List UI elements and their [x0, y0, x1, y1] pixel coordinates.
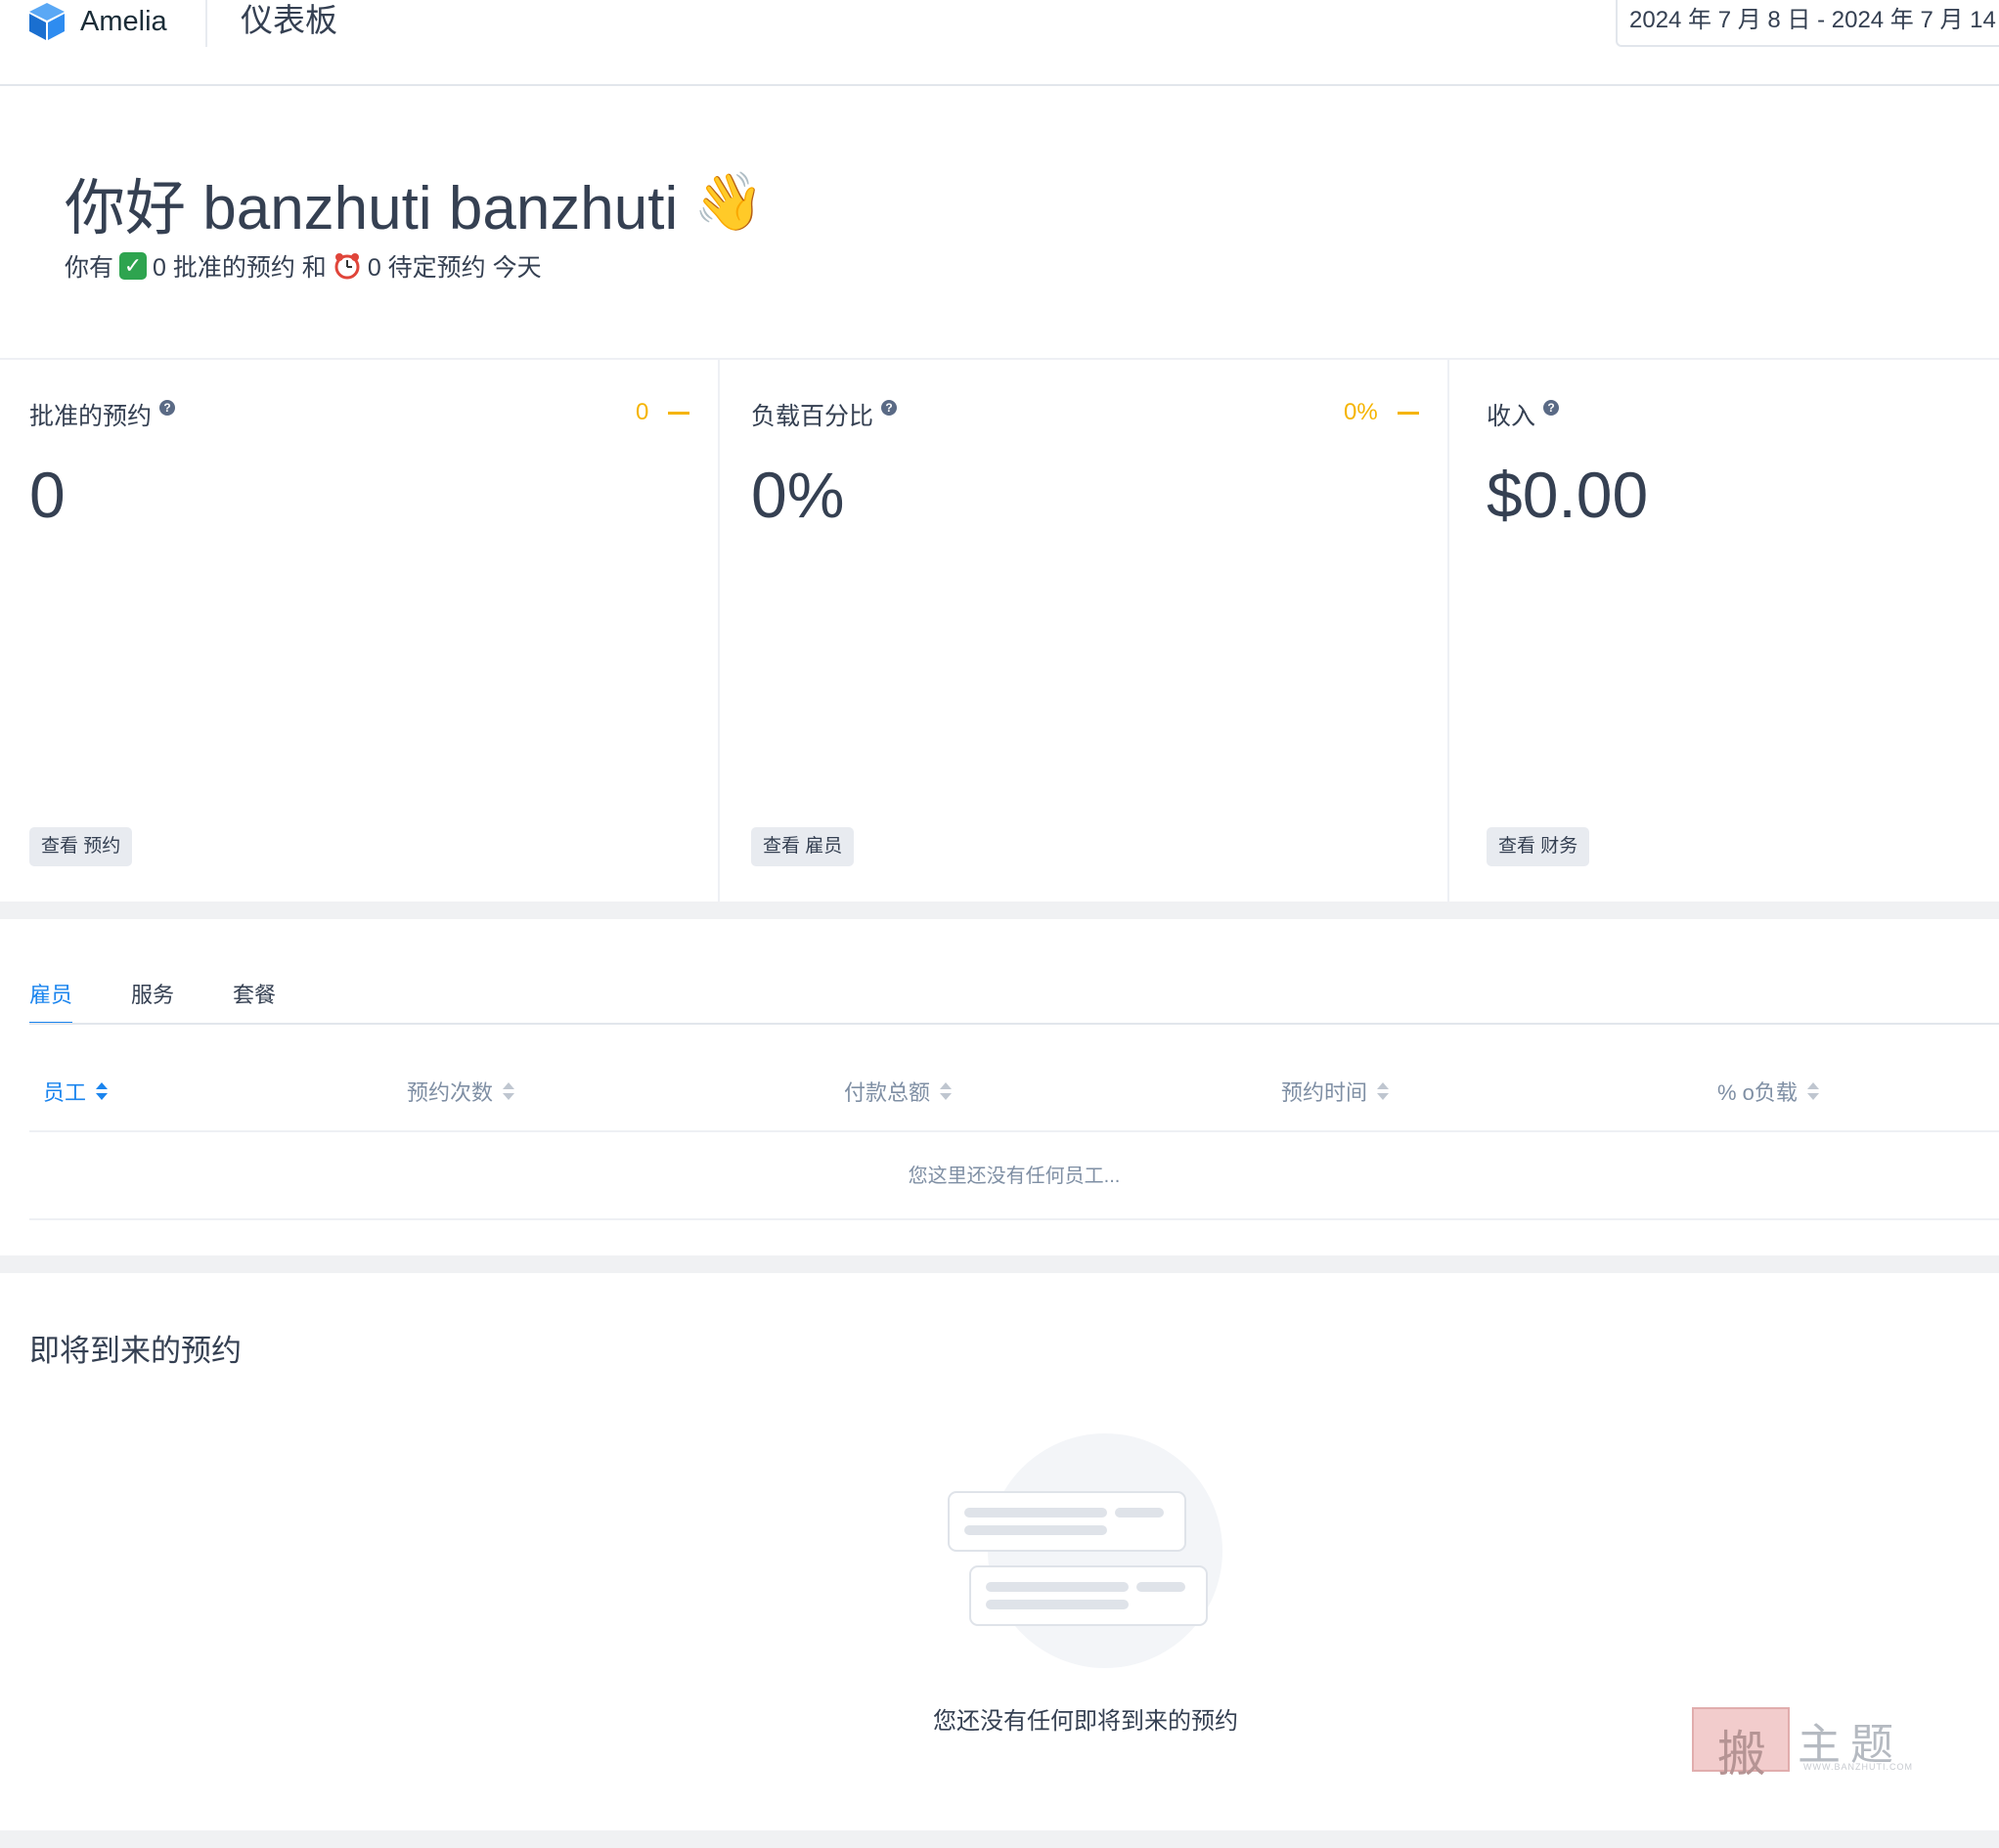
trend-value: 0% — [1344, 399, 1378, 425]
table-header-rule — [29, 1130, 1999, 1132]
section-separator — [0, 1255, 1999, 1273]
table-empty-message: 您这里还没有任何员工... — [908, 1166, 1121, 1187]
column-header-time[interactable]: 预约时间 — [1281, 1076, 1390, 1107]
sort-icon[interactable] — [940, 1081, 953, 1101]
sort-icon[interactable] — [1806, 1081, 1819, 1101]
column-label: 预约时间 — [1281, 1080, 1368, 1105]
summary-prefix: 你有 — [65, 254, 114, 282]
tab-packages[interactable]: 套餐 — [233, 978, 276, 1023]
tab-services[interactable]: 服务 — [131, 978, 174, 1023]
approved-summary: 0 批准的预约 和 — [153, 254, 327, 282]
view-appointments-button[interactable]: 查看 预约 — [29, 827, 133, 866]
empty-appointments-illustration — [948, 1433, 1222, 1668]
top-bar: Amelia 仪表板 2024 年 7 月 8 日 - 2024 年 7 月 1… — [0, 0, 1999, 86]
revenue-card: 收入 ? $0.00 查看 财务 — [1451, 360, 1999, 902]
header-divider — [205, 0, 207, 47]
column-header-payments[interactable]: 付款总额 — [844, 1076, 953, 1107]
table-bottom-rule — [29, 1218, 1999, 1220]
occupancy-card: 负载百分比 ? 0% 0% 查看 雇员 — [722, 360, 1449, 902]
approved-appointments-card: 批准的预约 ? 0 0 查看 预约 — [0, 360, 720, 902]
trend-value: 0 — [636, 399, 649, 425]
help-icon[interactable]: ? — [881, 400, 898, 416]
page-title: 仪表板 — [241, 2, 337, 38]
help-icon[interactable]: ? — [159, 400, 176, 416]
amelia-cube-icon — [29, 3, 65, 40]
date-range-picker[interactable]: 2024 年 7 月 8 日 - 2024 年 7 月 14 日 — [1616, 0, 1999, 47]
view-employees-button[interactable]: 查看 雇员 — [751, 827, 855, 866]
amelia-logo[interactable]: Amelia — [27, 0, 167, 43]
card-value: $0.00 — [1487, 459, 1649, 531]
trend-flat-icon — [668, 411, 690, 415]
view-finance-button[interactable]: 查看 财务 — [1487, 827, 1590, 866]
card-label: 收入 ? — [1487, 397, 1560, 432]
greeting-heading: 你好 banzhuti banzhuti 👋 — [65, 158, 765, 246]
pending-summary: 0 待定预约 今天 — [367, 254, 542, 282]
column-label: 员工 — [43, 1080, 87, 1105]
sort-icon[interactable] — [503, 1081, 515, 1101]
alarm-clock-icon — [333, 251, 362, 281]
waving-hand-icon: 👋 — [693, 170, 765, 234]
card-label: 负载百分比 ? — [751, 397, 898, 432]
tabs-underline — [29, 1023, 1999, 1025]
column-label: % o负载 — [1717, 1080, 1798, 1105]
stats-tabs: 雇员 服务 套餐 — [29, 978, 334, 1025]
check-mark-icon: ✓ — [119, 252, 148, 280]
watermark-seal: 搬 — [1692, 1707, 1790, 1782]
column-label: 付款总额 — [844, 1080, 931, 1105]
dashboard-page: Amelia 仪表板 2024 年 7 月 8 日 - 2024 年 7 月 1… — [0, 0, 1999, 1848]
tab-employees[interactable]: 雇员 — [29, 978, 73, 1025]
card-trend: 0% — [1344, 399, 1419, 426]
watermark-url: WWW.BANZHUTI.COM — [1803, 1762, 1913, 1772]
help-icon[interactable]: ? — [1543, 400, 1560, 416]
column-header-employee[interactable]: 员工 — [43, 1076, 109, 1107]
trend-flat-icon — [1397, 411, 1419, 415]
upcoming-appointments-title: 即将到来的预约 — [29, 1334, 242, 1368]
card-label-text: 收入 — [1487, 403, 1536, 430]
banzhuti-watermark: 搬 主题 WWW.BANZHUTI.COM — [1692, 1707, 1917, 1782]
greeting-summary: 你有 ✓ 0 批准的预约 和 0 待定预约 今天 — [65, 248, 542, 284]
card-value: 0% — [751, 459, 845, 531]
sort-icon[interactable] — [1377, 1081, 1390, 1101]
watermark-seal-char: 搬 — [1717, 1726, 1766, 1782]
card-label-text: 负载百分比 — [751, 403, 874, 430]
greeting-text: 你好 banzhuti banzhuti — [65, 175, 679, 242]
card-trend: 0 — [636, 399, 690, 426]
column-header-occupancy[interactable]: % o负载 — [1717, 1076, 1819, 1107]
sort-icon[interactable] — [96, 1081, 109, 1101]
card-label: 批准的预约 ? — [29, 397, 176, 432]
card-label-text: 批准的预约 — [29, 403, 153, 430]
column-label: 预约次数 — [407, 1080, 494, 1105]
section-separator — [0, 902, 1999, 919]
column-header-appointments[interactable]: 预约次数 — [407, 1076, 515, 1107]
app-name: Amelia — [80, 5, 167, 37]
card-value: 0 — [29, 459, 66, 531]
footer-band — [0, 1830, 1999, 1848]
